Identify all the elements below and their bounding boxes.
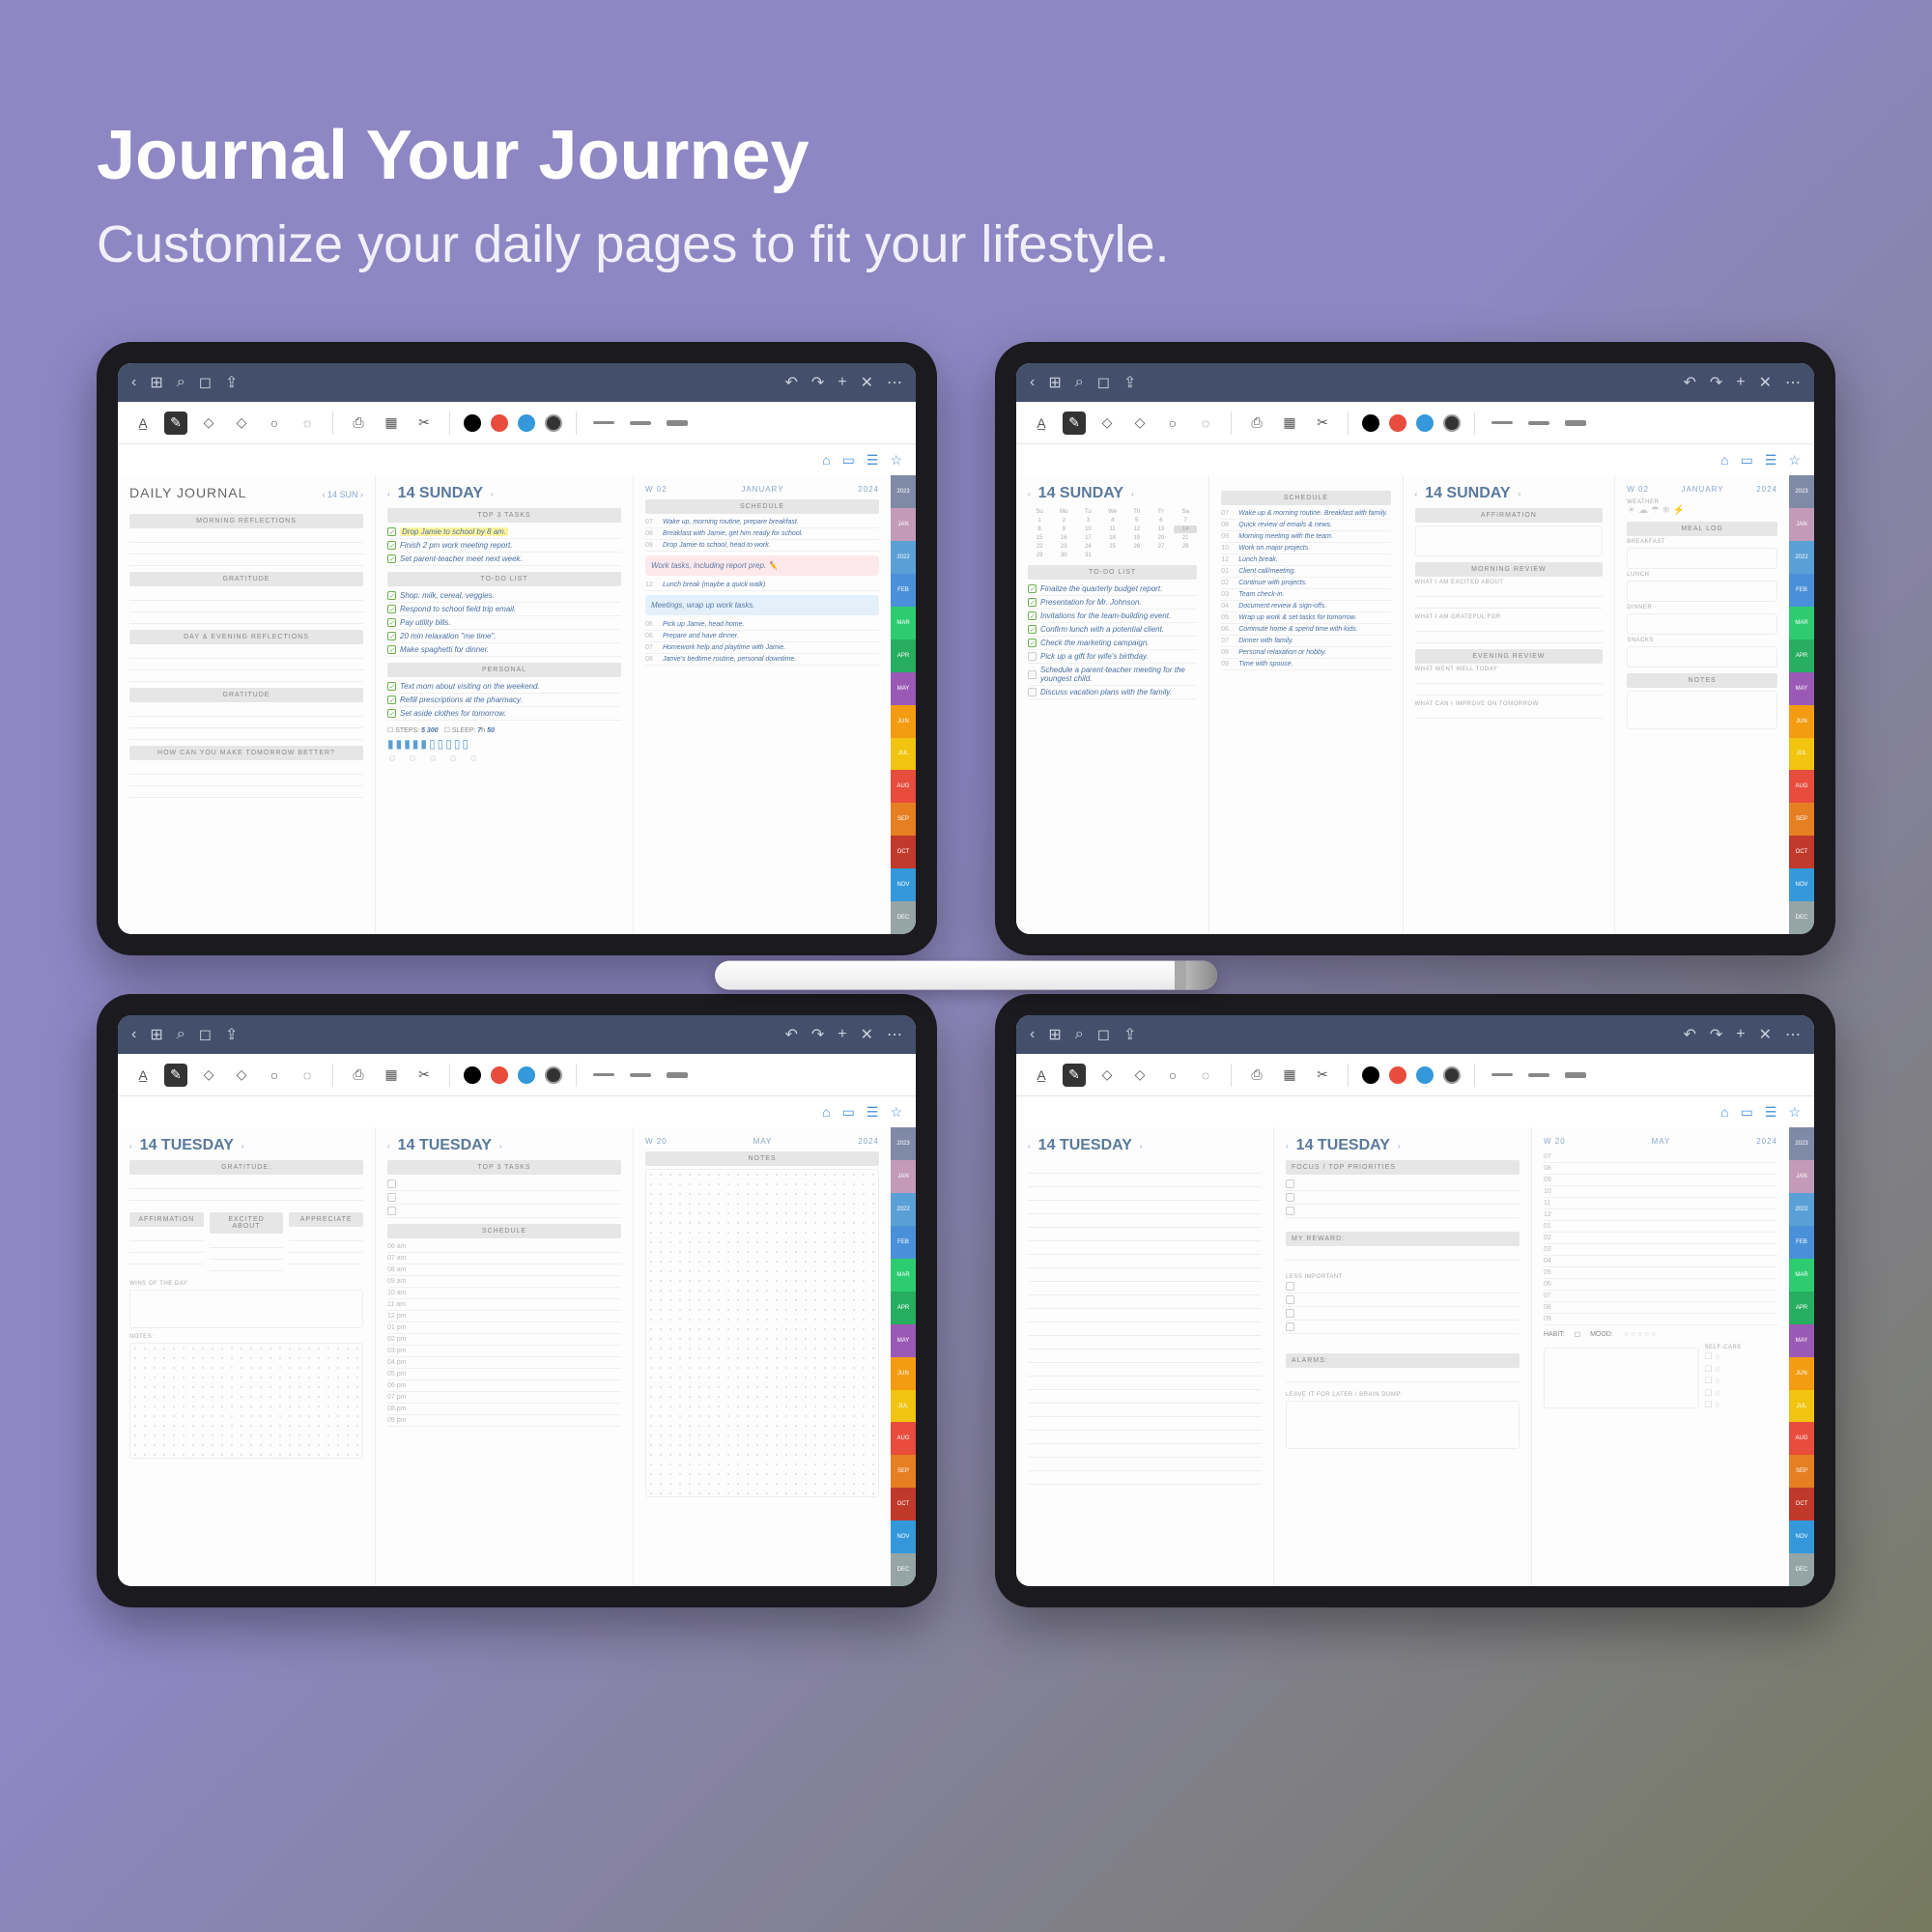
titlebar: ‹ ⊞ ⌕ ◻ ⇪ ↶ ↷ + ✕ ⋯ (118, 363, 916, 402)
prev-icon[interactable]: ‹ (387, 490, 390, 498)
page-right: W 20MAY2024 0708091011120102030405060708… (1531, 1127, 1789, 1586)
month-tabs[interactable]: 2023JAN2022FEBMARAPRMAYJUNJULAUGSEPOCTNO… (891, 475, 916, 934)
tablet-3: ‹⊞⌕◻⇪↶↷+✕⋯ A̲✎◇◇○◌⎙▦✂ ⌂▭☰☆ ‹14 TUESDAY› … (97, 994, 937, 1607)
stroke-thick[interactable] (667, 420, 688, 426)
page-1: ‹14 SUNDAY› SuMoTuWeThFrSa12345678910111… (1016, 475, 1208, 934)
close-icon[interactable]: ✕ (861, 373, 873, 392)
doc-icon[interactable]: ▭ (842, 452, 855, 469)
stroke-med[interactable] (630, 421, 651, 425)
page-left: ‹14 TUESDAY› (1016, 1127, 1273, 1586)
eraser-icon[interactable]: ◇ (197, 412, 220, 435)
share-icon[interactable]: ⇪ (225, 373, 238, 392)
color-black[interactable] (464, 414, 481, 432)
hero-subtitle: Customize your daily pages to fit your l… (97, 214, 1835, 274)
page-mid: ‹14 SUNDAY› TOP 3 TASKS ✓Drop Jamie to s… (375, 475, 633, 934)
star-icon[interactable]: ☆ (890, 452, 902, 469)
page-left: DAILY JOURNAL ‹ 14 SUN › MORNING REFLECT… (118, 475, 375, 934)
page-2: SCHEDULE 07Wake up & morning routine. Br… (1208, 475, 1402, 934)
tablet-2: ‹⊞⌕◻⇪↶↷+✕⋯ A̲✎◇◇○◌⎙▦✂ ⌂▭☰☆ ‹14 SUNDAY› S… (995, 342, 1835, 955)
tablet-1: ‹ ⊞ ⌕ ◻ ⇪ ↶ ↷ + ✕ ⋯ A̲ ✎ ◇ ◇ ○ ◌ ⎙ ▦ ✂ ⌂… (97, 342, 937, 955)
color-blue[interactable] (518, 414, 535, 432)
highlighter-icon[interactable]: ◇ (230, 412, 253, 435)
redo-icon[interactable]: ↷ (811, 373, 824, 392)
page-4: W 02JANUARY2024 WEATHER☀ ☁ ☂ ❄ ⚡ MEAL LO… (1614, 475, 1789, 934)
page-mid: ‹14 TUESDAY› TOP 3 TASKS ✓✓✓ SCHEDULE 06… (375, 1127, 633, 1586)
bookmark-icon[interactable]: ◻ (199, 373, 212, 392)
page-right: W 02JANUARY2024 SCHEDULE 07Wake up, morn… (633, 475, 891, 934)
lasso-icon[interactable]: ◌ (296, 412, 319, 435)
search-icon[interactable]: ⌕ (177, 374, 185, 391)
apple-pencil (715, 961, 1217, 990)
clip-icon[interactable]: ✂ (412, 412, 436, 435)
page-title: DAILY JOURNAL (129, 485, 246, 500)
undo-icon[interactable]: ↶ (784, 373, 797, 392)
add-icon[interactable]: + (838, 374, 846, 391)
page-left: ‹14 TUESDAY› GRATITUDE: AFFIRMATION EXCI… (118, 1127, 375, 1586)
nav-row: ⌂ ▭ ☰ ☆ (118, 444, 916, 475)
home-icon[interactable]: ⌂ (822, 452, 830, 468)
water-tracker[interactable]: ▮▮▮▮▮▯▯▯▯▯ (387, 737, 621, 751)
stroke-thin[interactable] (593, 421, 614, 424)
list-icon[interactable]: ☰ (867, 452, 879, 469)
page-3: ‹14 SUNDAY› AFFIRMATION MORNING REVIEW W… (1403, 475, 1615, 934)
toolbar: A̲ ✎ ◇ ◇ ○ ◌ ⎙ ▦ ✂ (118, 402, 916, 444)
page-mid: ‹14 TUESDAY› FOCUS / TOP PRIORITIES ✓✓✓ … (1273, 1127, 1531, 1586)
mood-tracker[interactable]: ☺ ☺ ☺ ☺ ☺ (387, 753, 621, 764)
shapes-icon[interactable]: ○ (263, 412, 286, 435)
hero-title: Journal Your Journey (97, 116, 1835, 195)
date-nav[interactable]: ‹ 14 SUN › (322, 490, 363, 499)
color-red[interactable] (491, 414, 508, 432)
next-icon[interactable]: › (491, 490, 494, 498)
page-right: W 20MAY2024 NOTES (633, 1127, 891, 1586)
color-outline[interactable] (545, 414, 562, 432)
tablet-4: ‹⊞⌕◻⇪↶↷+✕⋯ A̲✎◇◇○◌⎙▦✂ ⌂▭☰☆ ‹14 TUESDAY› … (995, 994, 1835, 1607)
sections: MORNING REFLECTIONSGRATITUDEDAY & EVENIN… (129, 514, 363, 798)
camera-icon[interactable]: ⎙ (347, 412, 370, 435)
back-icon[interactable]: ‹ (131, 374, 136, 391)
grid-icon[interactable]: ⊞ (150, 373, 162, 392)
image-icon[interactable]: ▦ (380, 412, 403, 435)
text-tool-icon[interactable]: A̲ (131, 412, 155, 435)
more-icon[interactable]: ⋯ (887, 373, 902, 392)
pen-tool-icon[interactable]: ✎ (164, 412, 187, 435)
